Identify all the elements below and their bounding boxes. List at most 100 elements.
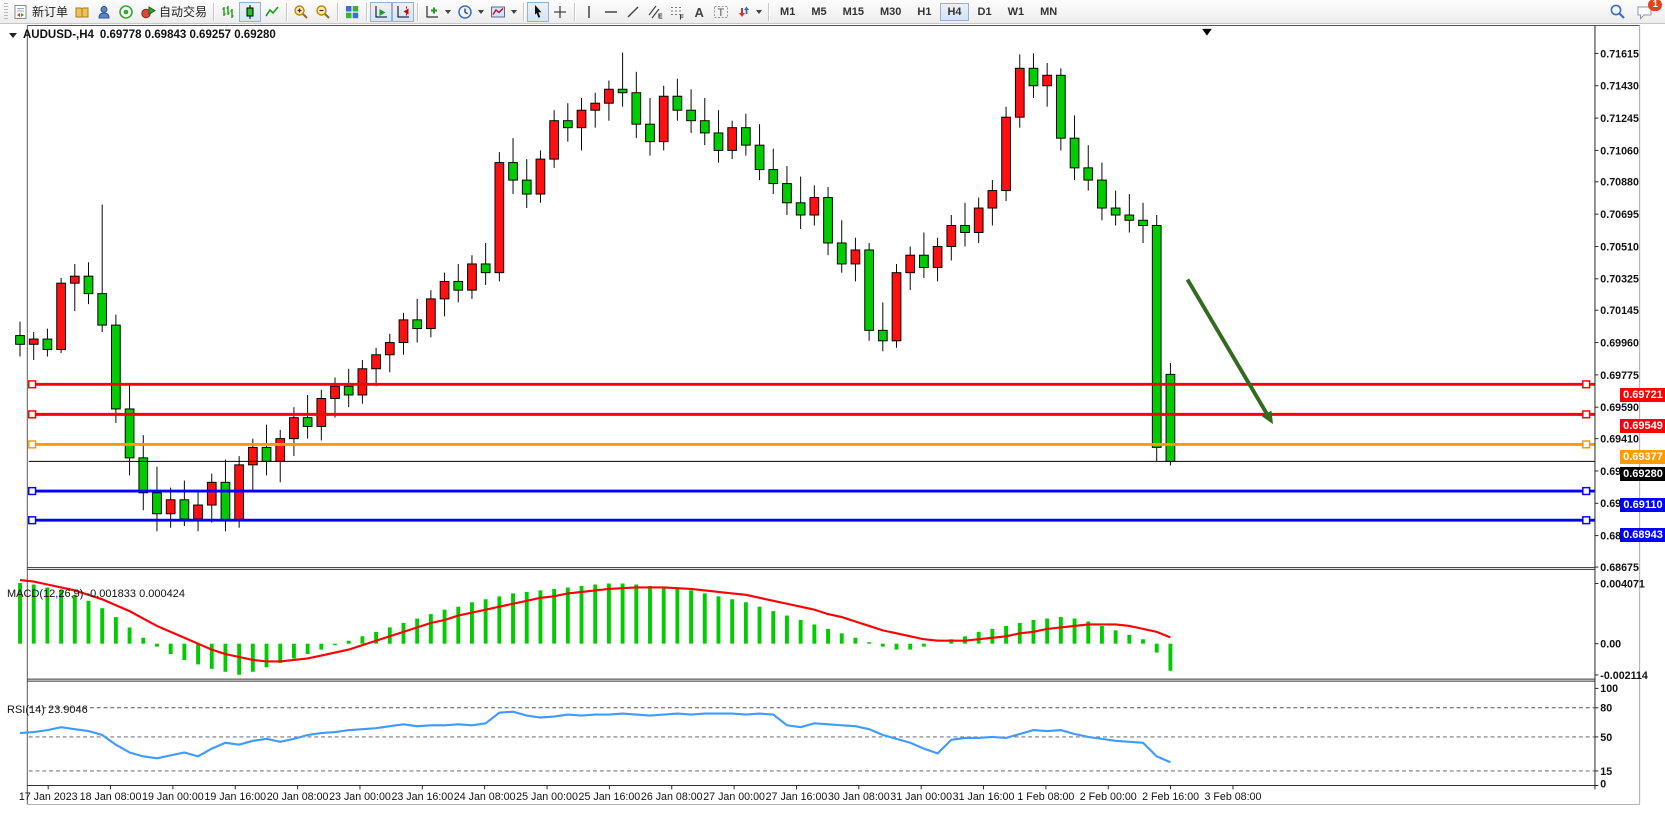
templates-dropdown-caret[interactable] bbox=[511, 10, 517, 14]
line-chart-button[interactable] bbox=[261, 2, 283, 22]
vertical-line-tool-button[interactable] bbox=[578, 2, 600, 22]
indicators-dropdown-caret[interactable] bbox=[445, 10, 451, 14]
channel-tool-button[interactable]: E bbox=[644, 2, 666, 22]
chart-shift-marker[interactable] bbox=[1202, 29, 1212, 36]
tile-windows-icon bbox=[344, 4, 360, 20]
zoom-in-button[interactable] bbox=[290, 2, 312, 22]
svg-text:100: 100 bbox=[1600, 683, 1618, 695]
clock-icon bbox=[457, 4, 473, 20]
macd-indicator-label: MACD(12,26,9) -0.001833 0.000424 bbox=[7, 588, 185, 600]
svg-text:-0.002114: -0.002114 bbox=[1600, 670, 1648, 682]
chart-canvas[interactable]: 0.716150.714300.712450.710600.708800.706… bbox=[0, 24, 1665, 836]
yellow-book-button[interactable] bbox=[71, 2, 93, 22]
bar-chart-button[interactable] bbox=[217, 2, 239, 22]
timeframe-button-H1[interactable]: H1 bbox=[910, 3, 938, 21]
chart-shift-button[interactable] bbox=[392, 2, 414, 22]
line-handle[interactable] bbox=[29, 488, 36, 495]
price-tag-0.69549: 0.69549 bbox=[1620, 419, 1665, 433]
auto-trading-button[interactable]: 自动交易 bbox=[137, 2, 210, 22]
line-handle[interactable] bbox=[29, 441, 36, 448]
signal-radar-button[interactable] bbox=[115, 2, 137, 22]
user-terminal-button[interactable] bbox=[93, 2, 115, 22]
time-axis[interactable]: 17 Jan 202318 Jan 08:0019 Jan 00:0019 Ja… bbox=[19, 785, 1262, 803]
indicators-icon bbox=[424, 4, 440, 20]
candlestick-chart-icon bbox=[242, 4, 258, 20]
templates-button[interactable] bbox=[487, 2, 520, 22]
chart-title[interactable]: AUDUSD-,H4 0.69778 0.69843 0.69257 0.692… bbox=[9, 29, 276, 41]
line-handle[interactable] bbox=[1583, 441, 1590, 448]
svg-text:19 Jan 16:00: 19 Jan 16:00 bbox=[204, 791, 266, 803]
timeframe-button-group: M1M5M15M30H1H4D1W1MN bbox=[772, 3, 1065, 21]
toolbar-separator bbox=[286, 3, 287, 21]
timeframe-button-H4[interactable]: H4 bbox=[940, 3, 968, 21]
arrows-tool-button[interactable] bbox=[732, 2, 765, 22]
timeframe-button-D1[interactable]: D1 bbox=[971, 3, 999, 21]
horizontal-line-tool-button[interactable] bbox=[600, 2, 622, 22]
svg-text:25 Jan 00:00: 25 Jan 00:00 bbox=[516, 791, 578, 803]
fibonacci-tool-button[interactable]: F bbox=[666, 2, 688, 22]
price-tag-0.68943: 0.68943 bbox=[1620, 528, 1665, 542]
label-tool-button[interactable]: T bbox=[710, 2, 732, 22]
templates-icon bbox=[490, 4, 506, 20]
periods-dropdown-caret[interactable] bbox=[478, 10, 484, 14]
line-handle[interactable] bbox=[29, 381, 36, 388]
chart-ohlc-values: 0.69778 0.69843 0.69257 0.69280 bbox=[100, 29, 276, 41]
svg-text:26 Jan 08:00: 26 Jan 08:00 bbox=[641, 791, 703, 803]
line-handle[interactable] bbox=[29, 517, 36, 524]
svg-text:0.69410: 0.69410 bbox=[1600, 434, 1639, 446]
text-tool-button[interactable]: A bbox=[688, 2, 710, 22]
toolbar-grip[interactable] bbox=[4, 3, 8, 21]
crosshair-button[interactable] bbox=[549, 2, 571, 22]
line-handle[interactable] bbox=[29, 411, 36, 418]
timeframe-button-MN[interactable]: MN bbox=[1033, 3, 1064, 21]
zoom-out-button[interactable] bbox=[312, 2, 334, 22]
line-handle[interactable] bbox=[1583, 411, 1590, 418]
trendline-tool-button[interactable] bbox=[622, 2, 644, 22]
new-order-icon bbox=[13, 4, 29, 20]
chart-shift-icon bbox=[395, 4, 411, 20]
price-tag-0.69377: 0.69377 bbox=[1620, 450, 1665, 464]
timeframe-button-M1[interactable]: M1 bbox=[773, 3, 802, 21]
cursor-button[interactable] bbox=[527, 2, 549, 22]
timeframe-button-W1[interactable]: W1 bbox=[1001, 3, 1032, 21]
price-axis[interactable]: 0.716150.714300.712450.710600.708800.706… bbox=[1594, 48, 1638, 574]
notification-badge: 1 bbox=[1648, 0, 1662, 11]
svg-text:E: E bbox=[658, 13, 663, 20]
svg-text:1 Feb 08:00: 1 Feb 08:00 bbox=[1017, 791, 1074, 803]
candlestick-chart-button[interactable] bbox=[239, 2, 261, 22]
search-button[interactable] bbox=[1606, 2, 1629, 22]
indicators-button[interactable] bbox=[421, 2, 454, 22]
timeframe-button-M15[interactable]: M15 bbox=[836, 3, 871, 21]
toolbar-separator bbox=[417, 3, 418, 21]
rsi-panel: 1008050150 bbox=[20, 683, 1618, 790]
line-handle[interactable] bbox=[1583, 517, 1590, 524]
notifications-button[interactable]: 1 bbox=[1633, 2, 1657, 22]
line-handle[interactable] bbox=[1583, 488, 1590, 495]
tile-windows-button[interactable] bbox=[341, 2, 363, 22]
rsi-indicator-label: RSI(14) 23.9046 bbox=[7, 704, 88, 716]
svg-text:0.70510: 0.70510 bbox=[1600, 241, 1639, 253]
chart-window[interactable]: 0.716150.714300.712450.710600.708800.706… bbox=[0, 24, 1665, 836]
line-handle[interactable] bbox=[1583, 381, 1590, 388]
svg-text:A: A bbox=[695, 5, 705, 20]
search-icon bbox=[1609, 3, 1626, 20]
cursor-icon bbox=[530, 4, 546, 20]
new-order-button[interactable]: 新订单 bbox=[10, 2, 71, 22]
svg-text:T: T bbox=[718, 7, 725, 19]
auto-scroll-button[interactable] bbox=[370, 2, 392, 22]
trend-arrow-annotation[interactable] bbox=[1188, 279, 1273, 424]
timeframe-button-M30[interactable]: M30 bbox=[873, 3, 908, 21]
timeframe-button-M5[interactable]: M5 bbox=[804, 3, 833, 21]
new-order-label: 新订单 bbox=[32, 3, 68, 20]
periods-button[interactable] bbox=[454, 2, 487, 22]
svg-text:0.70880: 0.70880 bbox=[1600, 177, 1639, 189]
toolbar-separator bbox=[574, 3, 575, 21]
svg-text:80: 80 bbox=[1600, 703, 1612, 715]
toolbar-separator bbox=[213, 3, 214, 21]
svg-text:0.69590: 0.69590 bbox=[1600, 402, 1639, 414]
price-tag-0.69721: 0.69721 bbox=[1620, 388, 1665, 402]
arrows-dropdown-caret[interactable] bbox=[756, 10, 762, 14]
svg-text:0.70145: 0.70145 bbox=[1600, 305, 1639, 317]
horizontal-line-icon bbox=[603, 4, 619, 20]
chart-dropdown-icon[interactable] bbox=[9, 33, 17, 38]
